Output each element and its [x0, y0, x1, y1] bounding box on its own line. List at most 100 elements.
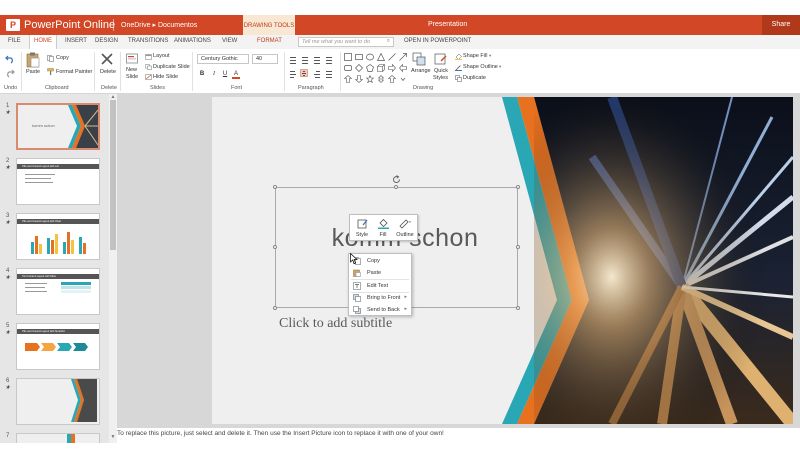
- thumbnail-scrollbar[interactable]: ▲ ▼: [109, 94, 117, 443]
- scrollbar-thumb[interactable]: [110, 100, 116, 250]
- copy-button[interactable]: Copy: [56, 55, 69, 61]
- notes-bar[interactable]: To replace this picture, just select and…: [117, 428, 800, 440]
- align-left-icon[interactable]: [289, 70, 297, 78]
- context-edit-text-item[interactable]: Edit Text: [349, 280, 411, 292]
- align-center-icon[interactable]: [300, 69, 308, 77]
- context-bring-to-front-item[interactable]: Bring to Front ▸: [349, 292, 411, 304]
- quick-styles-button-line1[interactable]: Quick: [434, 68, 448, 74]
- increase-indent-icon[interactable]: [325, 56, 333, 64]
- subtitle-placeholder[interactable]: Click to add subtitle: [279, 316, 392, 332]
- context-copy-item[interactable]: Copy: [349, 255, 411, 267]
- share-button[interactable]: Share: [762, 15, 800, 35]
- oval-shape-icon[interactable]: [366, 53, 374, 61]
- decrease-indent-icon[interactable]: [313, 56, 321, 64]
- shape-outline-button[interactable]: Shape Outline: [463, 64, 498, 70]
- shape-fill-dropdown-icon[interactable]: ▾: [489, 53, 491, 59]
- tab-view[interactable]: VIEW: [222, 38, 237, 44]
- open-in-powerpoint-link[interactable]: OPEN IN POWERPOINT: [404, 38, 471, 44]
- slide-thumbnail-4[interactable]: Two Content Layout with Table: [16, 268, 100, 315]
- new-slide-icon[interactable]: [126, 52, 138, 66]
- tab-design[interactable]: DESIGN: [95, 38, 118, 44]
- breadcrumb[interactable]: OneDrive ▸ Documentos: [121, 21, 197, 29]
- slide-thumbnail-2[interactable]: Title and Content Layout with List: [16, 158, 100, 205]
- resize-handle[interactable]: [273, 185, 277, 189]
- resize-handle[interactable]: [516, 245, 520, 249]
- right-arrow-shape-icon[interactable]: [388, 64, 396, 72]
- rotate-handle-icon[interactable]: [392, 175, 401, 184]
- resize-handle[interactable]: [394, 185, 398, 189]
- hide-slide-button[interactable]: Hide Slide: [153, 74, 178, 80]
- delete-button[interactable]: Delete: [100, 69, 116, 75]
- slide-thumbnail-5[interactable]: Title and Content Layout with SmartArt: [16, 323, 100, 370]
- tell-me-search-input[interactable]: Tell me what you want to do ⌕: [298, 37, 394, 47]
- tab-format[interactable]: FORMAT: [257, 38, 282, 44]
- bullets-icon[interactable]: [289, 56, 297, 64]
- pentagon-shape-icon[interactable]: [366, 64, 374, 72]
- resize-handle[interactable]: [273, 306, 277, 310]
- down-arrow-shape-icon[interactable]: [355, 75, 363, 83]
- rounded-rect-shape-icon[interactable]: [344, 64, 352, 72]
- diamond-shape-icon[interactable]: [355, 64, 363, 72]
- cube-shape-icon[interactable]: [377, 64, 385, 72]
- resize-handle[interactable]: [516, 306, 520, 310]
- tab-transitions[interactable]: TRANSITIONS: [128, 38, 168, 44]
- quick-styles-icon[interactable]: [434, 52, 448, 66]
- tab-file[interactable]: FILE: [8, 38, 21, 44]
- arrow-shape-icon[interactable]: [399, 53, 407, 61]
- font-size-dropdown[interactable]: 40: [252, 54, 278, 64]
- textbox-shape-icon[interactable]: [344, 53, 352, 61]
- star-shape-icon[interactable]: [366, 75, 374, 83]
- triangle-shape-icon[interactable]: [377, 53, 385, 61]
- rectangle-shape-icon[interactable]: [355, 53, 363, 61]
- slide-thumbnail-7[interactable]: [16, 433, 100, 443]
- italic-button[interactable]: I: [210, 70, 218, 78]
- quick-styles-button-line2[interactable]: Styles: [433, 75, 448, 81]
- underline-button[interactable]: U: [221, 70, 229, 78]
- slide-thumbnail-1[interactable]: komm schon: [16, 103, 100, 150]
- new-slide-button-line2[interactable]: Slide: [126, 74, 138, 80]
- tab-insert[interactable]: INSERT: [65, 38, 87, 44]
- fill-button[interactable]: Fill: [373, 217, 393, 239]
- slide-thumbnail-3[interactable]: Title and Content Layout with Chart: [16, 213, 100, 260]
- justify-icon[interactable]: [325, 70, 333, 78]
- delete-icon[interactable]: [100, 52, 114, 66]
- resize-handle[interactable]: [516, 185, 520, 189]
- format-painter-button[interactable]: Format Painter: [56, 69, 92, 75]
- paste-button[interactable]: Paste: [26, 69, 40, 75]
- undo-icon[interactable]: [5, 54, 15, 64]
- document-title[interactable]: Presentation: [428, 21, 467, 28]
- more-shapes-icon[interactable]: [399, 75, 407, 83]
- line-shape-icon[interactable]: [388, 53, 396, 61]
- duplicate-button[interactable]: Duplicate: [463, 75, 486, 81]
- up-arrow-shape-icon[interactable]: [344, 75, 352, 83]
- new-slide-button-line1[interactable]: New: [126, 67, 137, 73]
- group-separator: [120, 52, 121, 91]
- left-arrow-shape-icon[interactable]: [399, 64, 407, 72]
- context-paste-item[interactable]: Paste: [349, 267, 411, 279]
- arrange-icon[interactable]: [412, 52, 426, 66]
- shape-fill-button[interactable]: Shape Fill: [463, 53, 487, 59]
- scroll-down-arrow-icon[interactable]: ▼: [110, 434, 116, 440]
- duplicate-slide-button[interactable]: Duplicate Slide: [153, 64, 190, 70]
- up-arrow-2-shape-icon[interactable]: [388, 75, 396, 83]
- outline-button[interactable]: Outline: [395, 217, 415, 239]
- arrange-button[interactable]: Arrange: [411, 68, 431, 74]
- app-name[interactable]: PowerPoint Online: [24, 18, 115, 32]
- tab-animations[interactable]: ANIMATIONS: [174, 38, 211, 44]
- numbering-icon[interactable]: [301, 56, 309, 64]
- shape-outline-dropdown-icon[interactable]: ▾: [499, 64, 501, 70]
- style-button[interactable]: Style: [352, 217, 372, 239]
- align-right-icon[interactable]: [313, 70, 321, 78]
- up-down-arrow-shape-icon[interactable]: [377, 75, 385, 83]
- layout-button[interactable]: Layout: [153, 53, 170, 59]
- bold-button[interactable]: B: [198, 70, 206, 78]
- slide-thumbnail-6[interactable]: [16, 378, 100, 425]
- resize-handle[interactable]: [273, 245, 277, 249]
- paste-icon[interactable]: [26, 52, 40, 68]
- powerpoint-logo-icon[interactable]: P: [6, 19, 20, 31]
- font-color-button[interactable]: A: [232, 70, 240, 79]
- redo-icon[interactable]: [5, 68, 15, 78]
- context-send-to-back-item[interactable]: Send to Back ▸: [349, 304, 411, 316]
- tab-home[interactable]: HOME: [29, 35, 57, 49]
- font-name-dropdown[interactable]: Century Gothic: [197, 54, 249, 64]
